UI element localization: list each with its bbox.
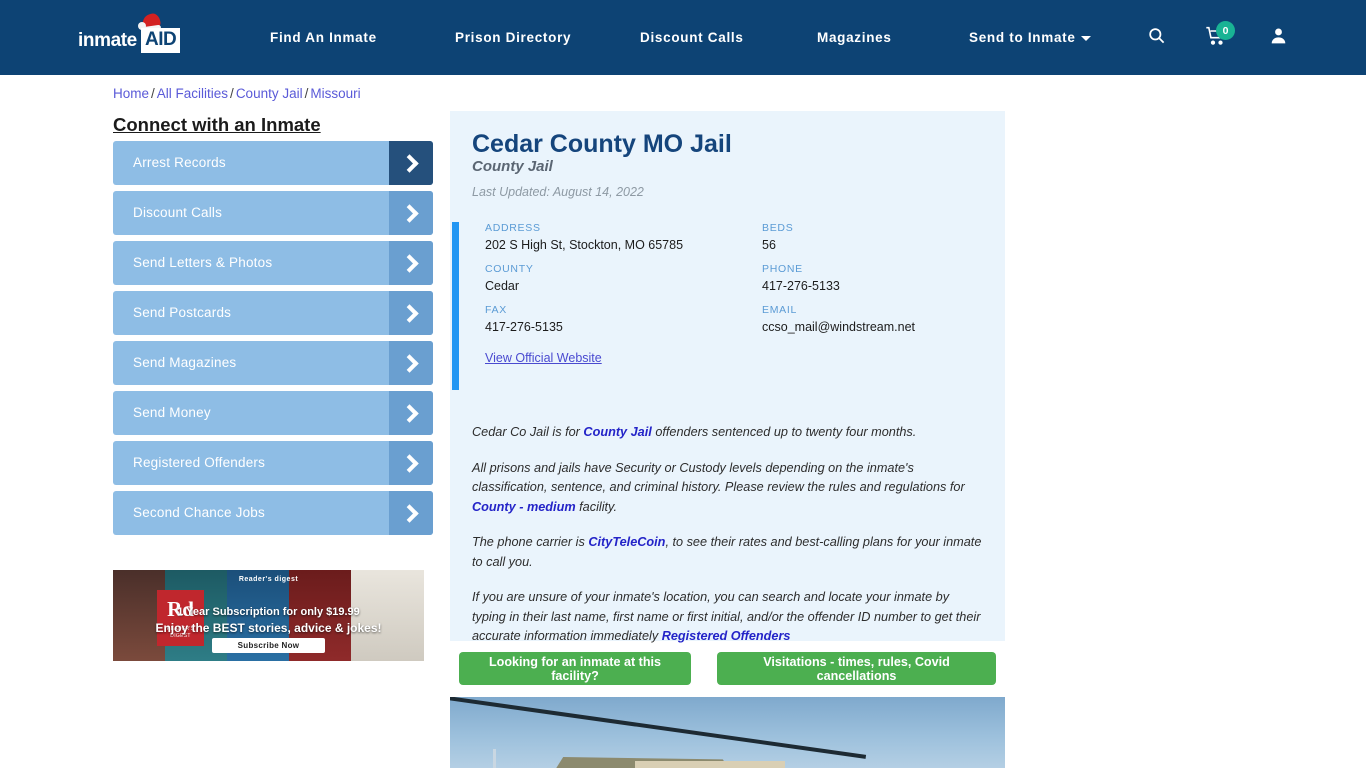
top-navigation-bar: inmate AID Find An Inmate Prison Directo… [0,0,1366,75]
site-logo[interactable]: inmate AID [78,12,188,58]
facility-description: Cedar Co Jail is for County Jail offende… [472,423,984,663]
nav-item-send-to-inmate[interactable]: Send to Inmate [969,30,1091,45]
facility-type: County Jail [472,158,553,175]
sidebar-item-send-money[interactable]: Send Money [113,391,433,435]
detail-value: Cedar [485,279,520,293]
chevron-right-icon [389,241,433,285]
breadcrumb-item-county-jail[interactable]: County Jail [236,86,303,101]
desc-text: The phone carrier is [472,535,589,549]
detail-county: COUNTY Cedar [485,263,534,293]
sidebar-item-label: Send Magazines [133,355,237,370]
cart-count-badge: 0 [1216,21,1235,40]
description-paragraph-2: All prisons and jails have Security or C… [472,459,984,518]
user-account-icon[interactable] [1269,26,1288,50]
sidebar-item-second-chance-jobs[interactable]: Second Chance Jobs [113,491,433,535]
detail-label: COUNTY [485,263,534,275]
nav-item-send-to-inmate-label: Send to Inmate [969,30,1076,45]
ad-brand-text: Reader's digest [238,576,299,583]
breadcrumb: Home / All Facilities / County Jail / Missouri [113,86,361,101]
detail-value: 56 [762,238,776,252]
ad-subscribe-button[interactable]: Subscribe Now [212,638,325,653]
chevron-right-icon [389,491,433,535]
facility-details-panel: ADDRESS 202 S High St, Stockton, MO 6578… [452,222,1005,390]
desc-text: facility. [575,499,617,514]
sidebar-item-send-magazines[interactable]: Send Magazines [113,341,433,385]
logo-accent-text: AID [141,28,181,53]
detail-address: ADDRESS 202 S High St, Stockton, MO 6578… [485,222,683,252]
chevron-right-icon [389,441,433,485]
sidebar-item-label: Send Money [133,405,211,420]
link-county-jail[interactable]: County Jail [583,425,651,439]
sidebar-item-registered-offenders[interactable]: Registered Offenders [113,441,433,485]
nav-item-discount-calls[interactable]: Discount Calls [640,30,744,45]
link-county-medium[interactable]: County - medium [472,500,576,514]
chevron-right-icon [389,341,433,385]
chevron-down-icon [1080,35,1091,41]
desc-text: Cedar Co Jail is for [472,425,584,439]
chevron-right-icon [389,391,433,435]
desc-text: All prisons and jails have Security or C… [472,460,965,495]
visitation-info-button[interactable]: Visitations - times, rules, Covid cancel… [717,652,996,685]
inmate-search-button[interactable]: Looking for an inmate at this facility? [459,652,691,685]
sidebar-item-label: Second Chance Jobs [133,505,265,520]
breadcrumb-separator: / [230,86,234,101]
building-wall [635,761,785,768]
chevron-right-icon [389,191,433,235]
detail-fax: FAX 417-276-5135 [485,304,563,334]
nav-item-prison-directory[interactable]: Prison Directory [455,30,571,45]
detail-value: 417-276-5133 [762,279,840,293]
detail-value: 202 S High St, Stockton, MO 65785 [485,238,684,252]
ad-headline-2: Enjoy the BEST stories, advice & jokes! [155,621,382,635]
breadcrumb-separator: / [151,86,155,101]
breadcrumb-item-missouri[interactable]: Missouri [310,86,360,101]
breadcrumb-item-all-facilities[interactable]: All Facilities [157,86,228,101]
power-line [450,697,867,759]
description-paragraph-1: Cedar Co Jail is for County Jail offende… [472,423,984,443]
chevron-right-icon [389,141,433,185]
nav-item-find-an-inmate[interactable]: Find An Inmate [270,30,377,45]
detail-value: ccso_mail@windstream.net [762,320,916,334]
facility-exterior-photo [450,697,1005,768]
sidebar-item-label: Send Letters & Photos [133,255,273,270]
breadcrumb-separator: / [304,86,309,101]
detail-email: EMAIL ccso_mail@windstream.net [762,304,915,334]
ad-logo-mark: Rd READER'S DIGEST [157,590,204,646]
desc-text: offenders sentenced up to twenty four mo… [651,425,917,439]
detail-label: EMAIL [762,304,798,316]
sidebar-item-discount-calls[interactable]: Discount Calls [113,191,433,235]
description-paragraph-4: If you are unsure of your inmate's locat… [472,588,984,647]
last-updated-text: Last Updated: August 14, 2022 [472,185,644,199]
utility-pole [493,749,496,768]
detail-value: 417-276-5135 [485,320,563,334]
detail-phone: PHONE 417-276-5133 [762,263,840,293]
sidebar-item-label: Discount Calls [133,205,223,220]
link-citytelecoin[interactable]: CityTeleCoin [588,535,665,549]
sidebar-item-send-postcards[interactable]: Send Postcards [113,291,433,335]
page-title: Cedar County MO Jail [472,130,732,158]
sidebar-item-arrest-records[interactable]: Arrest Records [113,141,433,185]
description-paragraph-3: The phone carrier is CityTeleCoin, to se… [472,533,984,572]
view-official-website-link[interactable]: View Official Website [485,351,602,365]
sidebar-item-send-letters-photos[interactable]: Send Letters & Photos [113,241,433,285]
logo-text: inmate [78,30,137,51]
detail-label: FAX [485,304,507,316]
detail-label: BEDS [762,222,794,234]
detail-label: PHONE [762,263,803,275]
sidebar-item-label: Arrest Records [133,155,226,170]
sidebar-item-label: Registered Offenders [133,455,266,470]
search-icon[interactable] [1147,26,1166,50]
facility-card: Cedar County MO Jail County Jail Last Up… [450,111,1005,643]
advertisement-banner[interactable]: Reader's digest Rd READER'S DIGEST 1 Yea… [113,570,424,661]
sidebar-heading: Connect with an Inmate [113,114,321,135]
ad-headline-1: 1 Year Subscription for only $19.99 [177,606,360,618]
nav-item-magazines[interactable]: Magazines [817,30,892,45]
detail-label: ADDRESS [485,222,541,234]
detail-beds: BEDS 56 [762,222,793,252]
breadcrumb-item-home[interactable]: Home [113,86,149,101]
sidebar-item-label: Send Postcards [133,305,232,320]
chevron-right-icon [389,291,433,335]
link-registered-offenders[interactable]: Registered Offenders [662,629,791,643]
